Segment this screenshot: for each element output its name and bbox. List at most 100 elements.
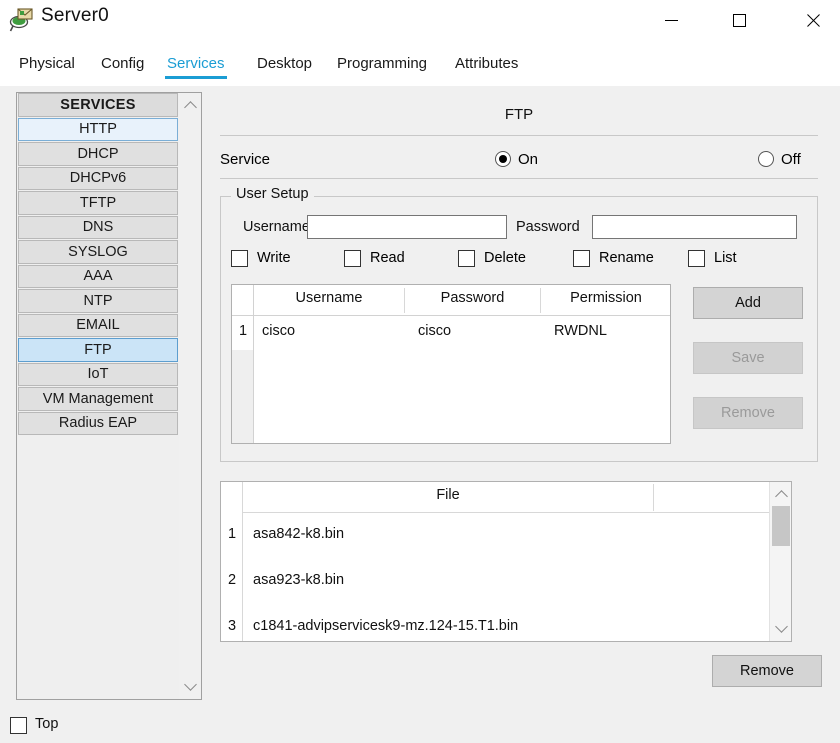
minimize-button[interactable] — [648, 0, 694, 41]
file-scroll-up-button[interactable] — [770, 484, 792, 506]
tab-label: Physical — [19, 55, 75, 72]
user-table[interactable]: Username Password Permission 1 cisco cis… — [231, 284, 671, 444]
chevron-down-icon — [183, 678, 197, 691]
sidebar-item-label: EMAIL — [76, 317, 120, 334]
user-table-row-gutter — [232, 285, 254, 443]
list-item[interactable]: asa842-k8.bin — [243, 513, 791, 559]
service-on-radio[interactable] — [495, 151, 511, 167]
user-table-row-number: 1 — [238, 323, 248, 339]
file-row-number: 1 — [227, 526, 237, 542]
sidebar-item-label: NTP — [83, 292, 113, 309]
read-checkbox[interactable] — [344, 250, 361, 267]
tab-label: Config — [101, 55, 145, 72]
save-user-button[interactable]: Save — [693, 342, 803, 374]
user-setup-group: User Setup Username Password Write Read … — [220, 186, 818, 462]
sidebar-item-dns[interactable]: DNS — [18, 215, 178, 239]
sidebar-item-radius-eap[interactable]: Radius EAP — [18, 411, 178, 435]
sidebar-item-iot[interactable]: IoT — [18, 362, 178, 386]
sidebar-item-label: DNS — [82, 219, 114, 236]
sidebar-scroll-up-button[interactable] — [179, 95, 201, 117]
chevron-up-icon — [183, 101, 197, 114]
file-row-number: 2 — [227, 572, 237, 588]
maximize-button[interactable] — [716, 0, 762, 41]
sidebar-item-tftp[interactable]: TFTP — [18, 191, 178, 215]
tab-services[interactable]: Services — [158, 41, 234, 86]
tab-desktop[interactable]: Desktop — [248, 41, 321, 86]
service-label: Service — [220, 151, 271, 168]
password-input[interactable] — [592, 215, 797, 239]
sidebar-item-label: VM Management — [42, 390, 154, 407]
sidebar-item-label: AAA — [83, 268, 113, 285]
service-toggle-row: Service On Off — [220, 149, 818, 173]
write-checkbox[interactable] — [231, 250, 248, 267]
user-setup-legend: User Setup — [231, 186, 314, 202]
password-label: Password — [516, 219, 580, 235]
chevron-down-icon — [774, 620, 788, 633]
write-label: Write — [257, 250, 291, 266]
file-name: asa842-k8.bin — [253, 526, 345, 542]
file-list[interactable]: File 1 asa842-k8.bin 2 asa923-k8.bin 3 c… — [220, 481, 792, 642]
chevron-up-icon — [774, 490, 788, 503]
sidebar-item-label: FTP — [84, 341, 112, 358]
table-row[interactable]: cisco cisco RWDNL — [254, 316, 670, 350]
remove-file-button[interactable]: Remove — [712, 655, 822, 687]
tab-physical[interactable]: Physical — [10, 41, 84, 86]
tab-programming[interactable]: Programming — [328, 41, 436, 86]
tab-config[interactable]: Config — [92, 41, 153, 86]
file-row-number: 3 — [227, 618, 237, 634]
save-button-label: Save — [731, 350, 765, 366]
sidebar-scrollbar[interactable] — [179, 93, 201, 699]
services-list[interactable]: SERVICES HTTP DHCP DHCPv6 TFTP DNS SYSLO… — [17, 93, 180, 699]
window-title-bar: Server0 — [0, 0, 840, 41]
username-label: Username — [243, 219, 310, 235]
sidebar-item-label: DHCP — [77, 145, 119, 162]
add-user-button[interactable]: Add — [693, 287, 803, 319]
bottom-bar: Top — [0, 706, 840, 743]
ftp-panel: FTP Service On Off User Setup Username P… — [212, 92, 826, 700]
sidebar-item-label: IoT — [87, 366, 109, 383]
tab-label: Attributes — [455, 55, 519, 72]
sidebar-item-dhcpv6[interactable]: DHCPv6 — [18, 166, 178, 190]
user-table-header: Username Password Permission — [254, 285, 670, 316]
sidebar-item-ntp[interactable]: NTP — [18, 289, 178, 313]
services-list-header: SERVICES — [18, 93, 178, 117]
sidebar-item-http[interactable]: HTTP — [18, 117, 178, 141]
sidebar-item-label: DHCPv6 — [69, 170, 127, 187]
window-title: Server0 — [41, 5, 109, 26]
sidebar-item-ftp[interactable]: FTP — [18, 338, 178, 362]
file-list-col-file: File — [436, 487, 460, 503]
delete-checkbox[interactable] — [458, 250, 475, 267]
sidebar-item-label: SYSLOG — [68, 243, 128, 260]
list-item[interactable]: c1841-advipservicesk9-mz.124-15.T1.bin — [243, 605, 791, 651]
list-item[interactable]: asa923-k8.bin — [243, 559, 791, 605]
tab-attributes[interactable]: Attributes — [446, 41, 527, 86]
close-button[interactable] — [789, 0, 835, 41]
sidebar-item-email[interactable]: EMAIL — [18, 313, 178, 337]
file-scroll-thumb[interactable] — [772, 506, 790, 546]
tab-label: Desktop — [257, 55, 313, 72]
top-checkbox-label: Top — [35, 716, 59, 732]
sidebar-item-syslog[interactable]: SYSLOG — [18, 240, 178, 264]
sidebar-item-vm-management[interactable]: VM Management — [18, 387, 178, 411]
file-name: c1841-advipservicesk9-mz.124-15.T1.bin — [253, 618, 519, 634]
tab-label: Services — [167, 55, 225, 72]
radio-selected-dot — [499, 155, 507, 163]
rename-label: Rename — [599, 250, 654, 266]
service-off-radio[interactable] — [758, 151, 774, 167]
sidebar-item-label: Radius EAP — [58, 415, 138, 432]
sidebar-item-aaa[interactable]: AAA — [18, 264, 178, 288]
sidebar-scroll-down-button[interactable] — [179, 675, 201, 697]
list-checkbox[interactable] — [688, 250, 705, 267]
remove-user-button[interactable]: Remove — [693, 397, 803, 429]
service-on-label: On — [518, 151, 539, 168]
services-header-label: SERVICES — [60, 96, 136, 113]
add-button-label: Add — [735, 295, 761, 311]
username-input[interactable] — [307, 215, 507, 239]
top-checkbox[interactable] — [10, 717, 27, 734]
sidebar-item-dhcp[interactable]: DHCP — [18, 142, 178, 166]
rename-checkbox[interactable] — [573, 250, 590, 267]
file-scroll-down-button[interactable] — [770, 617, 792, 639]
services-sidebar: SERVICES HTTP DHCP DHCPv6 TFTP DNS SYSLO… — [16, 92, 202, 700]
server-mail-icon — [9, 7, 35, 33]
file-list-scrollbar[interactable] — [769, 482, 791, 641]
